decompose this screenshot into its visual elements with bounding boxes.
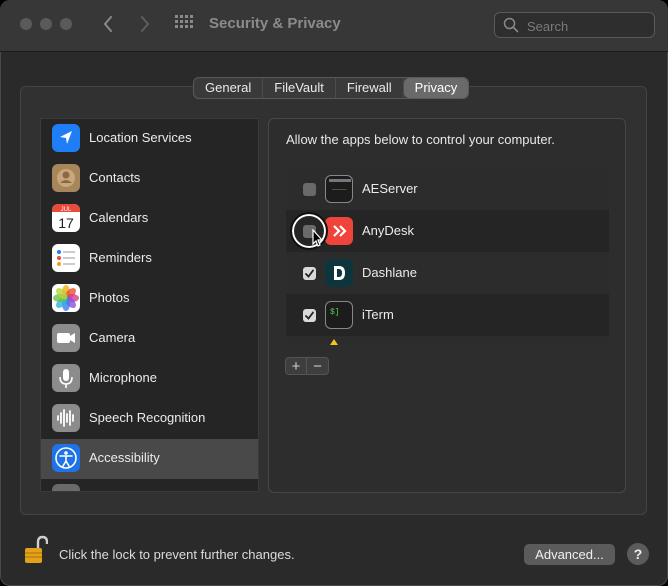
svg-text:____: ____ bbox=[331, 184, 347, 191]
chevron-left-icon bbox=[103, 16, 112, 32]
chevron-right-icon bbox=[141, 16, 150, 32]
app-name: Dashlane bbox=[362, 265, 417, 280]
dashlane-icon bbox=[325, 259, 353, 287]
contacts-icon bbox=[52, 164, 80, 192]
sidebar-item-calendars[interactable]: JUL 17 Calendars bbox=[41, 199, 258, 239]
app-row-aeserver[interactable]: ____ AEServer bbox=[286, 168, 609, 210]
sidebar-item-label: Camera bbox=[89, 330, 136, 345]
search-field[interactable] bbox=[494, 12, 655, 38]
reminders-icon bbox=[52, 244, 80, 272]
sidebar-item-label: Accessibility bbox=[89, 450, 160, 465]
waveform-icon bbox=[52, 404, 80, 432]
remove-app-button[interactable]: − bbox=[307, 357, 329, 375]
app-row-anydesk[interactable]: AnyDesk bbox=[286, 210, 609, 252]
unlocked-padlock-icon bbox=[25, 535, 49, 563]
app-checkbox[interactable] bbox=[303, 183, 316, 196]
lock-hint-text: Click the lock to prevent further change… bbox=[59, 547, 295, 562]
tab-general[interactable]: General bbox=[194, 78, 264, 98]
partial-app-icon bbox=[330, 339, 338, 345]
tab-privacy[interactable]: Privacy bbox=[403, 78, 469, 98]
show-all-button[interactable] bbox=[175, 15, 193, 33]
tab-bar: General FileVault Firewall Privacy bbox=[193, 77, 470, 99]
close-window-button[interactable] bbox=[20, 18, 32, 30]
camera-icon bbox=[52, 324, 80, 352]
sidebar-item-reminders[interactable]: Reminders bbox=[41, 239, 258, 279]
checkmark-icon bbox=[305, 269, 314, 278]
advanced-button[interactable]: Advanced... bbox=[524, 544, 615, 565]
calendar-icon: JUL 17 bbox=[52, 204, 80, 232]
iterm-icon: $] bbox=[325, 301, 353, 329]
forward-button[interactable] bbox=[133, 12, 157, 36]
app-checkbox[interactable] bbox=[303, 309, 316, 322]
sidebar-item-label: Calendars bbox=[89, 210, 149, 225]
titlebar: Security & Privacy bbox=[0, 0, 668, 52]
calendar-day: 17 bbox=[58, 215, 74, 231]
app-name: AEServer bbox=[362, 181, 418, 196]
svg-text:$]: $] bbox=[330, 308, 340, 317]
search-input[interactable] bbox=[525, 16, 649, 36]
search-icon bbox=[503, 17, 519, 33]
sidebar-item-label: Reminders bbox=[89, 250, 152, 265]
tab-firewall[interactable]: Firewall bbox=[336, 78, 404, 98]
app-name: iTerm bbox=[362, 307, 394, 322]
sidebar-item-accessibility[interactable]: Accessibility bbox=[41, 439, 258, 479]
panel-heading: Allow the apps below to control your com… bbox=[286, 132, 555, 147]
sidebar-item-label: Location Services bbox=[89, 130, 192, 145]
app-row-dashlane[interactable]: Dashlane bbox=[286, 252, 609, 294]
privacy-category-list[interactable]: Location Services Contacts JUL 17 Calend… bbox=[40, 118, 259, 492]
partial-item-icon bbox=[52, 484, 80, 491]
sidebar-item-contacts[interactable]: Contacts bbox=[41, 159, 258, 199]
sidebar-item-camera[interactable]: Camera bbox=[41, 319, 258, 359]
lock-button[interactable] bbox=[24, 535, 49, 565]
location-arrow-icon bbox=[52, 124, 80, 152]
app-name: AnyDesk bbox=[362, 223, 415, 238]
help-button[interactable]: ? bbox=[627, 543, 649, 565]
microphone-icon bbox=[52, 364, 80, 392]
checkmark-icon bbox=[305, 311, 314, 320]
sidebar-item-photos[interactable]: Photos bbox=[41, 279, 258, 319]
anydesk-icon bbox=[325, 217, 353, 245]
app-row-iterm[interactable]: $] iTerm bbox=[286, 294, 609, 336]
window-title: Security & Privacy bbox=[209, 15, 341, 32]
security-privacy-window: Security & Privacy General FileVault Fir… bbox=[0, 0, 668, 586]
sidebar-item-partial[interactable] bbox=[41, 479, 258, 491]
minimize-window-button[interactable] bbox=[40, 18, 52, 30]
app-checkbox[interactable] bbox=[303, 267, 316, 280]
app-row-partial[interactable] bbox=[286, 336, 609, 346]
calendar-month: JUL bbox=[61, 207, 72, 213]
back-button[interactable] bbox=[96, 12, 120, 36]
sidebar-item-location-services[interactable]: Location Services bbox=[41, 119, 258, 159]
grid-icon bbox=[175, 15, 193, 28]
list-buttons: + − bbox=[285, 357, 329, 377]
sidebar-item-label: Photos bbox=[89, 290, 130, 305]
app-list[interactable]: ____ AEServer AnyDesk Dashlane $] iTerm bbox=[286, 168, 609, 346]
terminal-icon: ____ bbox=[325, 175, 353, 203]
mouse-pointer-icon bbox=[312, 229, 324, 247]
photos-icon bbox=[52, 284, 80, 312]
sidebar-item-speech-recognition[interactable]: Speech Recognition bbox=[41, 399, 258, 439]
sidebar-item-label: Speech Recognition bbox=[89, 410, 206, 425]
zoom-window-button[interactable] bbox=[60, 18, 72, 30]
accessibility-icon bbox=[52, 444, 80, 472]
add-app-button[interactable]: + bbox=[285, 357, 307, 375]
sidebar-item-label: Microphone bbox=[89, 370, 157, 385]
sidebar-item-label: Contacts bbox=[89, 170, 141, 185]
sidebar-item-microphone[interactable]: Microphone bbox=[41, 359, 258, 399]
tab-filevault[interactable]: FileVault bbox=[263, 78, 336, 98]
